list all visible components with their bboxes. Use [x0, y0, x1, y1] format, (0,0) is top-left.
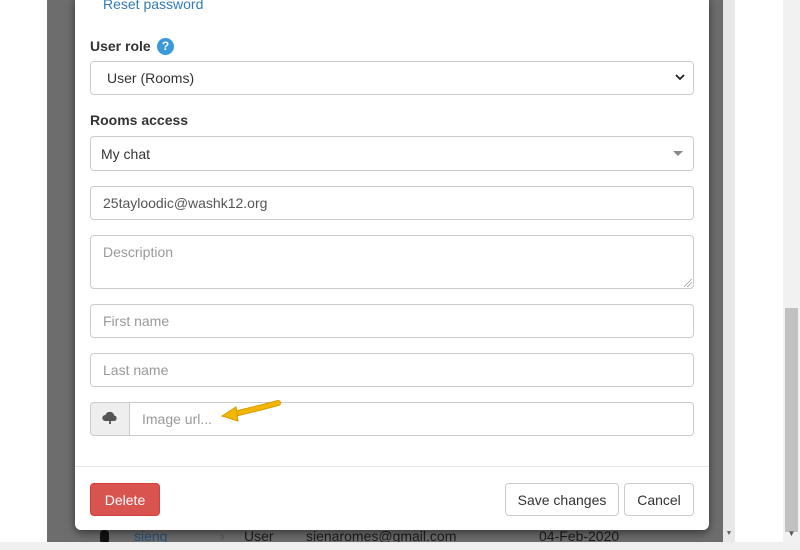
email-value: 25tayloodic@washk12.org	[103, 195, 268, 211]
question-circle-icon[interactable]: ?	[157, 38, 174, 55]
user-role-label: User role	[90, 38, 151, 54]
window-scroll-down-icon[interactable]: ▼	[783, 525, 800, 542]
page-scroll-down-icon[interactable]: ▼	[723, 528, 735, 540]
user-role-select[interactable]: User (Rooms)	[90, 61, 694, 95]
cloud-upload-icon	[102, 411, 118, 428]
resize-grip-icon[interactable]	[684, 279, 692, 287]
image-upload-button[interactable]	[90, 402, 130, 436]
reset-password-link[interactable]: Reset password	[103, 0, 203, 12]
rooms-access-label: Rooms access	[90, 112, 189, 128]
email-field[interactable]: 25tayloodic@washk12.org	[90, 186, 694, 220]
rooms-access-select[interactable]: My chat	[90, 136, 694, 171]
arrow-left-icon	[216, 396, 286, 433]
caret-down-icon	[673, 151, 683, 156]
rooms-access-selected-value: My chat	[101, 145, 151, 162]
page-scrollbar-track[interactable]	[723, 0, 735, 542]
horizontal-scrollbar	[0, 542, 800, 550]
user-role-selected-value: User (Rooms)	[107, 70, 195, 86]
cancel-button[interactable]: Cancel	[624, 483, 694, 516]
modal-footer-divider	[75, 466, 709, 467]
last-name-field[interactable]	[90, 353, 694, 387]
first-name-field[interactable]	[90, 304, 694, 338]
description-field[interactable]	[90, 235, 694, 289]
window-scrollbar-thumb[interactable]	[785, 308, 798, 532]
delete-button[interactable]: Delete	[90, 483, 160, 516]
chevron-down-icon	[675, 72, 685, 84]
save-changes-button[interactable]: Save changes	[505, 483, 619, 516]
image-url-field[interactable]	[129, 402, 694, 436]
